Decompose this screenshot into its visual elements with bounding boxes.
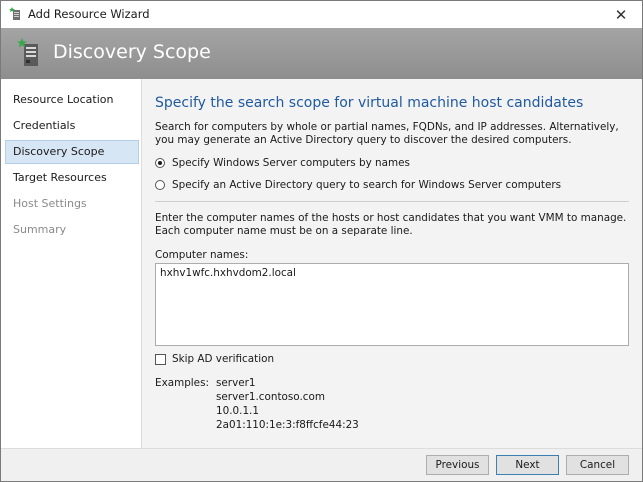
sidebar-item-host-settings: Host Settings <box>13 197 87 210</box>
sidebar-item-target-resources[interactable]: Target Resources <box>5 166 139 190</box>
section-heading: Specify the search scope for virtual mac… <box>155 95 584 111</box>
computer-names-label: Computer names: <box>155 249 249 261</box>
main-content: Specify the search scope for virtual mac… <box>142 79 642 448</box>
wizard-steps-sidebar: Resource Location Credentials Discovery … <box>1 79 142 448</box>
skip-ad-label: Skip AD verification <box>172 353 275 365</box>
close-icon: ✕ <box>614 5 628 24</box>
wizard-footer: Previous Next Cancel <box>1 448 642 481</box>
radio-label-ad-query: Specify an Active Directory query to sea… <box>172 179 562 191</box>
computer-names-description: Enter the computer names of the hosts or… <box>155 212 627 237</box>
wizard-window: Add Resource Wizard ✕ Discovery Scope Re… <box>0 0 643 482</box>
sidebar-item-credentials[interactable]: Credentials <box>5 114 139 138</box>
computer-names-input[interactable]: hxhv1wfc.hxhvdom2.local <box>155 263 629 346</box>
radio-ad-query[interactable]: Specify an Active Directory query to sea… <box>155 179 561 191</box>
cancel-button[interactable]: Cancel <box>566 455 629 475</box>
skip-ad-verification-checkbox[interactable]: Skip AD verification <box>155 353 274 365</box>
resource-wizard-icon <box>9 7 23 21</box>
radio-label-by-names: Specify Windows Server computers by name… <box>172 157 410 169</box>
sidebar-item-discovery-scope[interactable]: Discovery Scope <box>5 140 139 164</box>
radio-button-selected[interactable] <box>155 158 165 168</box>
page-title: Discovery Scope <box>53 41 211 63</box>
search-description: Search for computers by whole or partial… <box>155 121 619 146</box>
title-bar: Add Resource Wizard ✕ <box>1 1 642 28</box>
radio-button-unselected[interactable] <box>155 180 165 190</box>
examples-label: Examples: <box>155 377 209 389</box>
radio-specify-by-names[interactable]: Specify Windows Server computers by name… <box>155 157 410 169</box>
window-title: Add Resource Wizard <box>28 7 150 21</box>
divider <box>155 201 629 202</box>
sidebar-item-summary: Summary <box>13 223 67 236</box>
example-item: server1.contoso.com <box>216 391 325 403</box>
sidebar-item-resource-location[interactable]: Resource Location <box>5 88 139 112</box>
header-banner: Discovery Scope <box>1 28 642 79</box>
example-item: server1 <box>216 377 256 389</box>
server-add-icon <box>16 38 42 68</box>
example-item: 10.0.1.1 <box>216 405 259 417</box>
close-button[interactable]: ✕ <box>600 1 642 28</box>
next-button[interactable]: Next <box>496 455 559 475</box>
previous-button[interactable]: Previous <box>426 455 489 475</box>
checkbox-unchecked[interactable] <box>155 353 166 365</box>
example-item: 2a01:110:1e:3:f8ffcfe44:23 <box>216 419 359 431</box>
